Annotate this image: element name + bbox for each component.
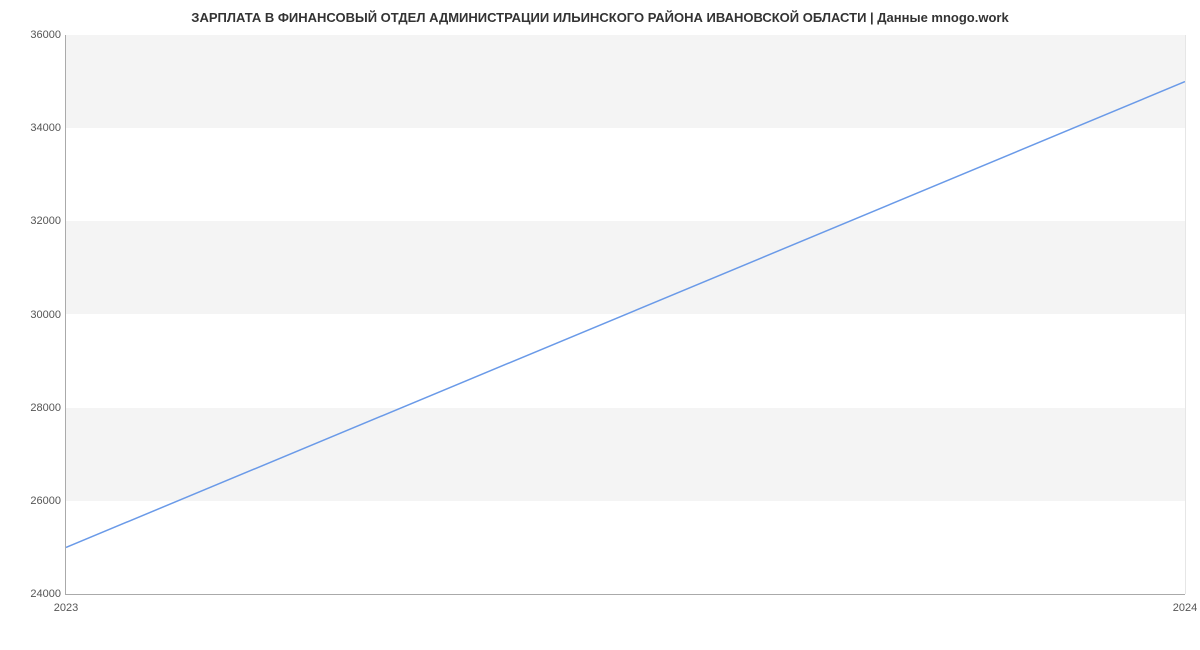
y-tick-label: 24000 xyxy=(16,588,61,600)
y-tick-label: 28000 xyxy=(16,402,61,414)
line-series-svg xyxy=(66,35,1185,594)
x-tick-label: 2023 xyxy=(54,602,78,614)
y-tick-label: 32000 xyxy=(16,215,61,227)
y-tick-label: 34000 xyxy=(16,122,61,134)
chart-container: 24000 26000 28000 30000 32000 34000 3600… xyxy=(65,35,1185,595)
chart-title: ЗАРПЛАТА В ФИНАНСОВЫЙ ОТДЕЛ АДМИНИСТРАЦИ… xyxy=(0,10,1200,25)
plot-area: 24000 26000 28000 30000 32000 34000 3600… xyxy=(65,35,1185,595)
y-tick-label: 36000 xyxy=(16,29,61,41)
y-tick-label: 30000 xyxy=(16,309,61,321)
data-line xyxy=(66,82,1185,548)
y-tick-label: 26000 xyxy=(16,495,61,507)
grid-line-vertical xyxy=(1185,35,1186,594)
x-tick-label: 2024 xyxy=(1173,602,1197,614)
